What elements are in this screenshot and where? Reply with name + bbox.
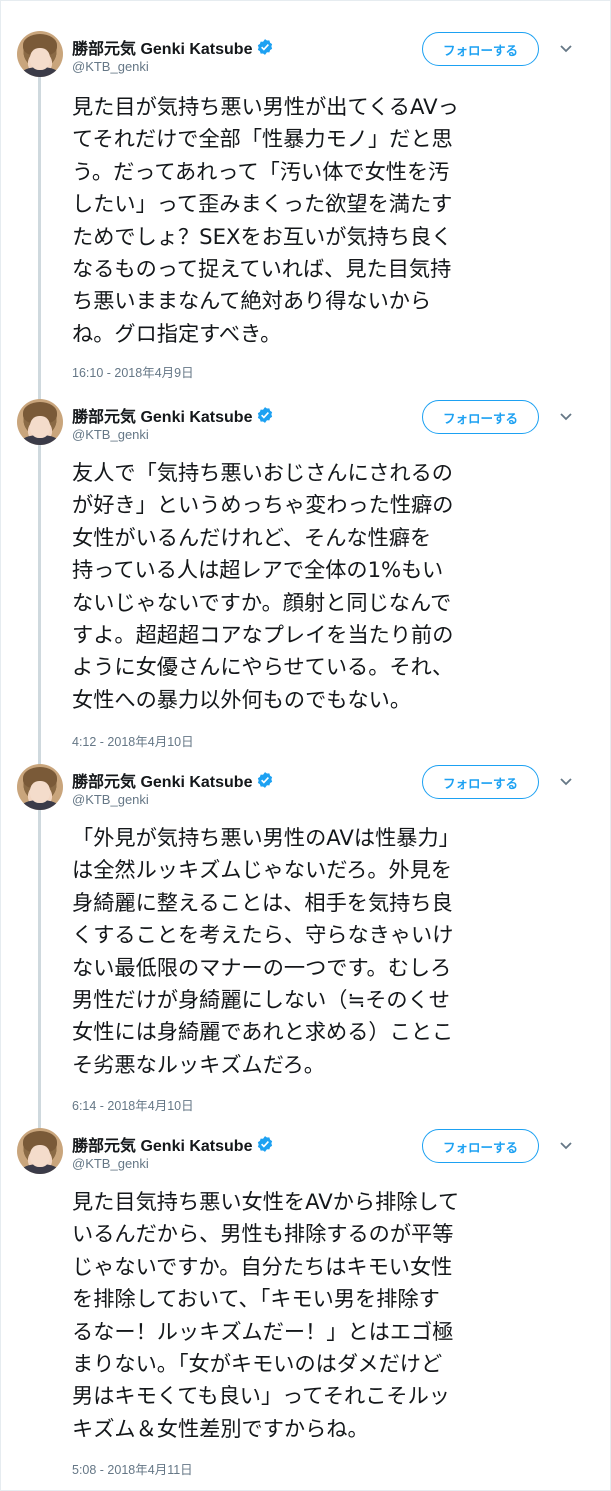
follow-button[interactable]: フォローする <box>422 400 539 434</box>
tweet-text: 見た目気持ち悪い女性をAVから排除して いるんだから、男性も排除するのが平等 じ… <box>72 1189 460 1441</box>
thread-line <box>38 810 41 1130</box>
author-handle[interactable]: @KTB_genki <box>72 59 149 74</box>
author-name-row[interactable]: 勝部元気 Genki Katsube <box>72 35 274 59</box>
author-name[interactable]: 勝部元気 Genki Katsube <box>72 403 252 427</box>
author-handle[interactable]: @KTB_genki <box>72 1156 149 1171</box>
avatar[interactable] <box>17 31 63 77</box>
author-handle[interactable]: @KTB_genki <box>72 427 149 442</box>
follow-button[interactable]: フォローする <box>422 1129 539 1163</box>
verified-badge-icon <box>258 407 273 423</box>
follow-button[interactable]: フォローする <box>422 32 539 66</box>
avatar[interactable] <box>17 399 63 445</box>
chevron-down-icon[interactable] <box>557 407 575 425</box>
verified-badge-icon <box>258 772 273 788</box>
author-name[interactable]: 勝部元気 Genki Katsube <box>72 768 252 792</box>
chevron-down-icon[interactable] <box>557 39 575 57</box>
author-name[interactable]: 勝部元気 Genki Katsube <box>72 35 252 59</box>
tweet-timestamp[interactable]: 5:08 - 2018年4月11日 <box>72 1459 193 1478</box>
tweet-text: 友人で「気持ち悪いおじさんにされるの が好き」というめっちゃ変わった性癖の 女性… <box>72 460 454 712</box>
author-name-row[interactable]: 勝部元気 Genki Katsube <box>72 403 274 427</box>
thread-line <box>38 77 41 407</box>
avatar[interactable] <box>17 1128 63 1174</box>
tweet-timestamp[interactable]: 16:10 - 2018年4月9日 <box>72 362 194 381</box>
verified-badge-icon <box>258 1136 273 1152</box>
tweet-thread: 勝部元気 Genki Katsube @KTB_genki フォローする 見た目… <box>0 0 611 1491</box>
author-name-row[interactable]: 勝部元気 Genki Katsube <box>72 1132 274 1156</box>
verified-badge-icon <box>258 39 273 55</box>
author-name[interactable]: 勝部元気 Genki Katsube <box>72 1132 252 1156</box>
avatar[interactable] <box>17 764 63 810</box>
thread-line <box>38 445 41 765</box>
tweet-text: 見た目が気持ち悪い男性が出てくるAVっ てそれだけで全部「性暴力モノ」だと思 う… <box>72 94 459 346</box>
tweet-text: 「外見が気持ち悪い男性のAVは性暴力」 は全然ルッキズムじゃないだろ。外見を 身… <box>72 825 460 1077</box>
chevron-down-icon[interactable] <box>557 772 575 790</box>
author-handle[interactable]: @KTB_genki <box>72 792 149 807</box>
tweet-timestamp[interactable]: 4:12 - 2018年4月10日 <box>72 731 194 750</box>
chevron-down-icon[interactable] <box>557 1136 575 1154</box>
author-name-row[interactable]: 勝部元気 Genki Katsube <box>72 768 274 792</box>
follow-button[interactable]: フォローする <box>422 765 539 799</box>
tweet-timestamp[interactable]: 6:14 - 2018年4月10日 <box>72 1095 194 1114</box>
